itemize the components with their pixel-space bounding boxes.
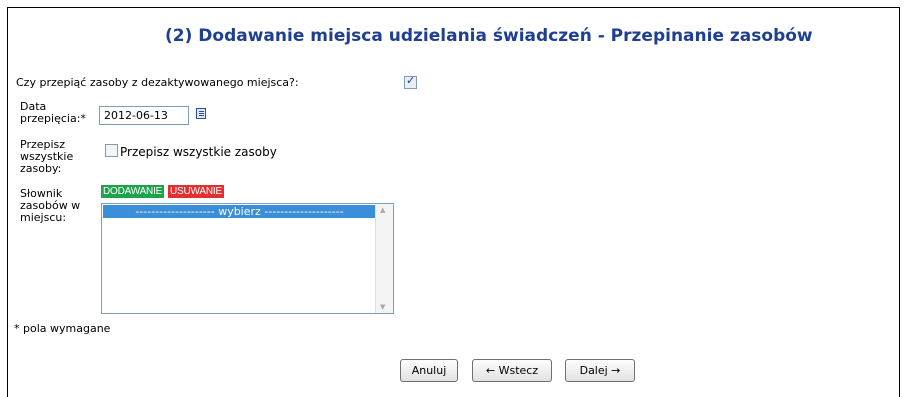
rewire-question-label: Czy przepiąć zasoby z dezaktywowanego mi… bbox=[16, 76, 299, 89]
scroll-up-icon[interactable]: ▲ bbox=[380, 206, 385, 214]
check-mark-icon: ✓ bbox=[406, 74, 416, 87]
scroll-down-icon[interactable]: ▼ bbox=[380, 303, 385, 311]
remove-badge-button[interactable]: USUWANIE bbox=[168, 185, 224, 198]
rewire-resources-checkbox[interactable]: ✓ bbox=[404, 74, 417, 89]
listbox-scrollbar[interactable]: ▲ ▼ bbox=[375, 204, 393, 313]
list-option-selected[interactable]: -------------------- wybierz -----------… bbox=[103, 205, 376, 218]
date-input[interactable] bbox=[99, 106, 189, 125]
back-button[interactable]: ← Wstecz bbox=[472, 359, 552, 382]
form-frame bbox=[7, 7, 900, 397]
calendar-icon[interactable] bbox=[196, 108, 206, 119]
date-label: Data przepięcia:* bbox=[20, 100, 86, 125]
rewrite-all-checkbox[interactable] bbox=[105, 144, 118, 157]
cancel-button[interactable]: Anuluj bbox=[400, 359, 458, 382]
dictionary-label: Słownik zasobów w miejscu: bbox=[20, 187, 81, 224]
page-title: (2) Dodawanie miejsca udzielania świadcz… bbox=[165, 26, 813, 46]
required-fields-note: * pola wymagane bbox=[14, 322, 111, 335]
rewrite-all-checkbox-label[interactable]: Przepisz wszystkie zasoby bbox=[120, 145, 277, 159]
rewrite-all-label: Przepisz wszystkie zasoby: bbox=[20, 138, 74, 175]
next-button[interactable]: Dalej → bbox=[565, 359, 635, 382]
resources-listbox[interactable]: -------------------- wybierz -----------… bbox=[101, 203, 394, 314]
add-badge-button[interactable]: DODAWANIE bbox=[101, 185, 165, 198]
